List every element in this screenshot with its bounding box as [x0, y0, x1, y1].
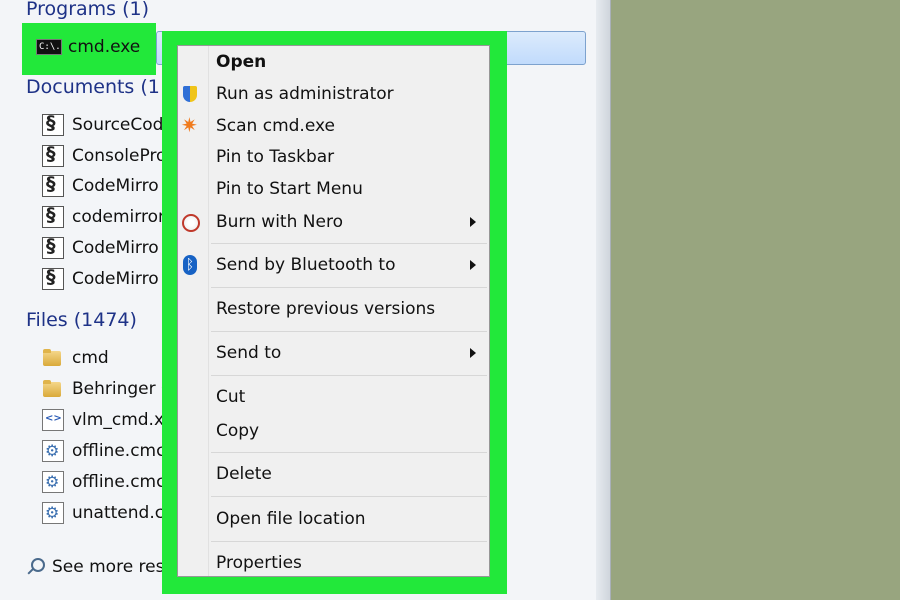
document-icon	[42, 143, 64, 167]
program-item-cmd[interactable]: C:\. cmd.exe	[36, 33, 140, 61]
file-label: Behringer C	[72, 379, 172, 399]
folder-icon	[42, 378, 64, 400]
context-menu: Open Run as administrator Scan cmd.exe P…	[177, 45, 490, 577]
document-item[interactable]: codemirror	[42, 203, 172, 231]
document-item[interactable]: CodeMirro	[42, 172, 172, 200]
menu-item-send-bluetooth[interactable]: Send by Bluetooth to	[178, 251, 489, 279]
document-item[interactable]: CodeMirro	[42, 234, 172, 262]
see-more-results-link[interactable]: See more resu	[24, 556, 175, 578]
menu-item-properties[interactable]: Properties	[178, 549, 489, 577]
file-label: unattend.cu	[72, 503, 172, 523]
documents-header-label: Documents (1	[26, 76, 160, 98]
file-label: offline.cmc	[72, 441, 166, 461]
programs-header: Programs (1)	[26, 0, 149, 20]
files-header-label: Files (1474)	[26, 309, 137, 331]
menu-separator	[211, 496, 487, 497]
submenu-arrow-icon	[470, 217, 476, 227]
file-item[interactable]: Behringer C	[42, 375, 172, 403]
file-item[interactable]: unattend.cu	[42, 499, 172, 527]
menu-item-delete[interactable]: Delete	[178, 460, 489, 488]
document-label: SourceCod	[72, 115, 164, 135]
menu-item-pin-start[interactable]: Pin to Start Menu	[178, 175, 489, 203]
file-item[interactable]: offline.cmc	[42, 468, 172, 496]
submenu-arrow-icon	[470, 260, 476, 270]
avast-icon	[181, 113, 199, 137]
files-header: Files (1474)	[26, 309, 137, 331]
document-icon	[42, 266, 64, 290]
document-label: CodeMirro	[72, 269, 159, 289]
see-more-label: See more resu	[52, 557, 176, 577]
document-label: CodeMirro	[72, 176, 159, 196]
menu-item-restore-versions[interactable]: Restore previous versions	[178, 295, 489, 323]
document-label: ConsolePro	[72, 146, 167, 166]
menu-item-label: Pin to Start Menu	[216, 179, 363, 199]
file-item[interactable]: offline.cmc	[42, 437, 172, 465]
menu-item-label: Restore previous versions	[216, 299, 436, 319]
menu-separator	[211, 452, 487, 453]
document-item[interactable]: SourceCod	[42, 111, 172, 139]
file-label: cmd	[72, 348, 109, 368]
submenu-arrow-icon	[470, 348, 476, 358]
menu-item-burn-nero[interactable]: Burn with Nero	[178, 208, 489, 236]
config-file-icon	[42, 471, 64, 493]
file-label: vlm_cmd.x	[72, 410, 165, 430]
document-label: CodeMirro	[72, 238, 159, 258]
menu-item-label: Copy	[216, 421, 260, 441]
documents-header: Documents (1	[26, 76, 160, 98]
menu-item-label: Properties	[216, 553, 302, 573]
menu-item-open-file-location[interactable]: Open file location	[178, 505, 489, 533]
file-item[interactable]: cmd	[42, 344, 172, 372]
document-item[interactable]: ConsolePro	[42, 142, 172, 170]
uac-shield-icon	[181, 85, 199, 103]
document-icon	[42, 173, 64, 197]
menu-item-label: Run as administrator	[216, 84, 394, 104]
nero-icon	[181, 213, 200, 232]
menu-item-label: Burn with Nero	[216, 212, 343, 232]
menu-item-pin-taskbar[interactable]: Pin to Taskbar	[178, 143, 489, 171]
menu-item-label: Open	[216, 52, 267, 72]
folder-icon	[42, 347, 64, 369]
menu-item-copy[interactable]: Copy	[178, 417, 489, 445]
programs-header-label: Programs (1)	[26, 0, 150, 20]
menu-item-label: Scan cmd.exe	[216, 116, 335, 136]
document-item[interactable]: CodeMirro	[42, 265, 172, 293]
menu-separator	[211, 243, 487, 244]
menu-item-label: Send to	[216, 343, 282, 363]
menu-item-label: Delete	[216, 464, 272, 484]
document-icon	[42, 204, 64, 228]
menu-separator	[211, 375, 487, 376]
menu-item-label: Pin to Taskbar	[216, 147, 335, 167]
search-icon	[24, 556, 46, 578]
cmd-icon: C:\.	[36, 39, 62, 55]
menu-item-scan[interactable]: Scan cmd.exe	[178, 112, 489, 140]
xml-file-icon	[42, 409, 64, 431]
document-icon	[42, 112, 64, 136]
program-item-label: cmd.exe	[68, 37, 141, 57]
bluetooth-icon	[181, 255, 199, 275]
menu-item-open[interactable]: Open	[178, 48, 489, 76]
menu-item-cut[interactable]: Cut	[178, 383, 489, 411]
menu-item-run-as-admin[interactable]: Run as administrator	[178, 80, 489, 108]
file-label: offline.cmc	[72, 472, 166, 492]
document-icon	[42, 235, 64, 259]
document-label: codemirror	[72, 207, 165, 227]
menu-item-label: Open file location	[216, 509, 366, 529]
menu-item-send-to[interactable]: Send to	[178, 339, 489, 367]
panel-border	[596, 0, 611, 600]
menu-separator	[211, 287, 487, 288]
menu-separator	[211, 541, 487, 542]
menu-separator	[211, 331, 487, 332]
file-item[interactable]: vlm_cmd.x	[42, 406, 172, 434]
config-file-icon	[42, 502, 64, 524]
config-file-icon	[42, 440, 64, 462]
menu-item-label: Cut	[216, 387, 246, 407]
menu-item-label: Send by Bluetooth to	[216, 255, 396, 275]
